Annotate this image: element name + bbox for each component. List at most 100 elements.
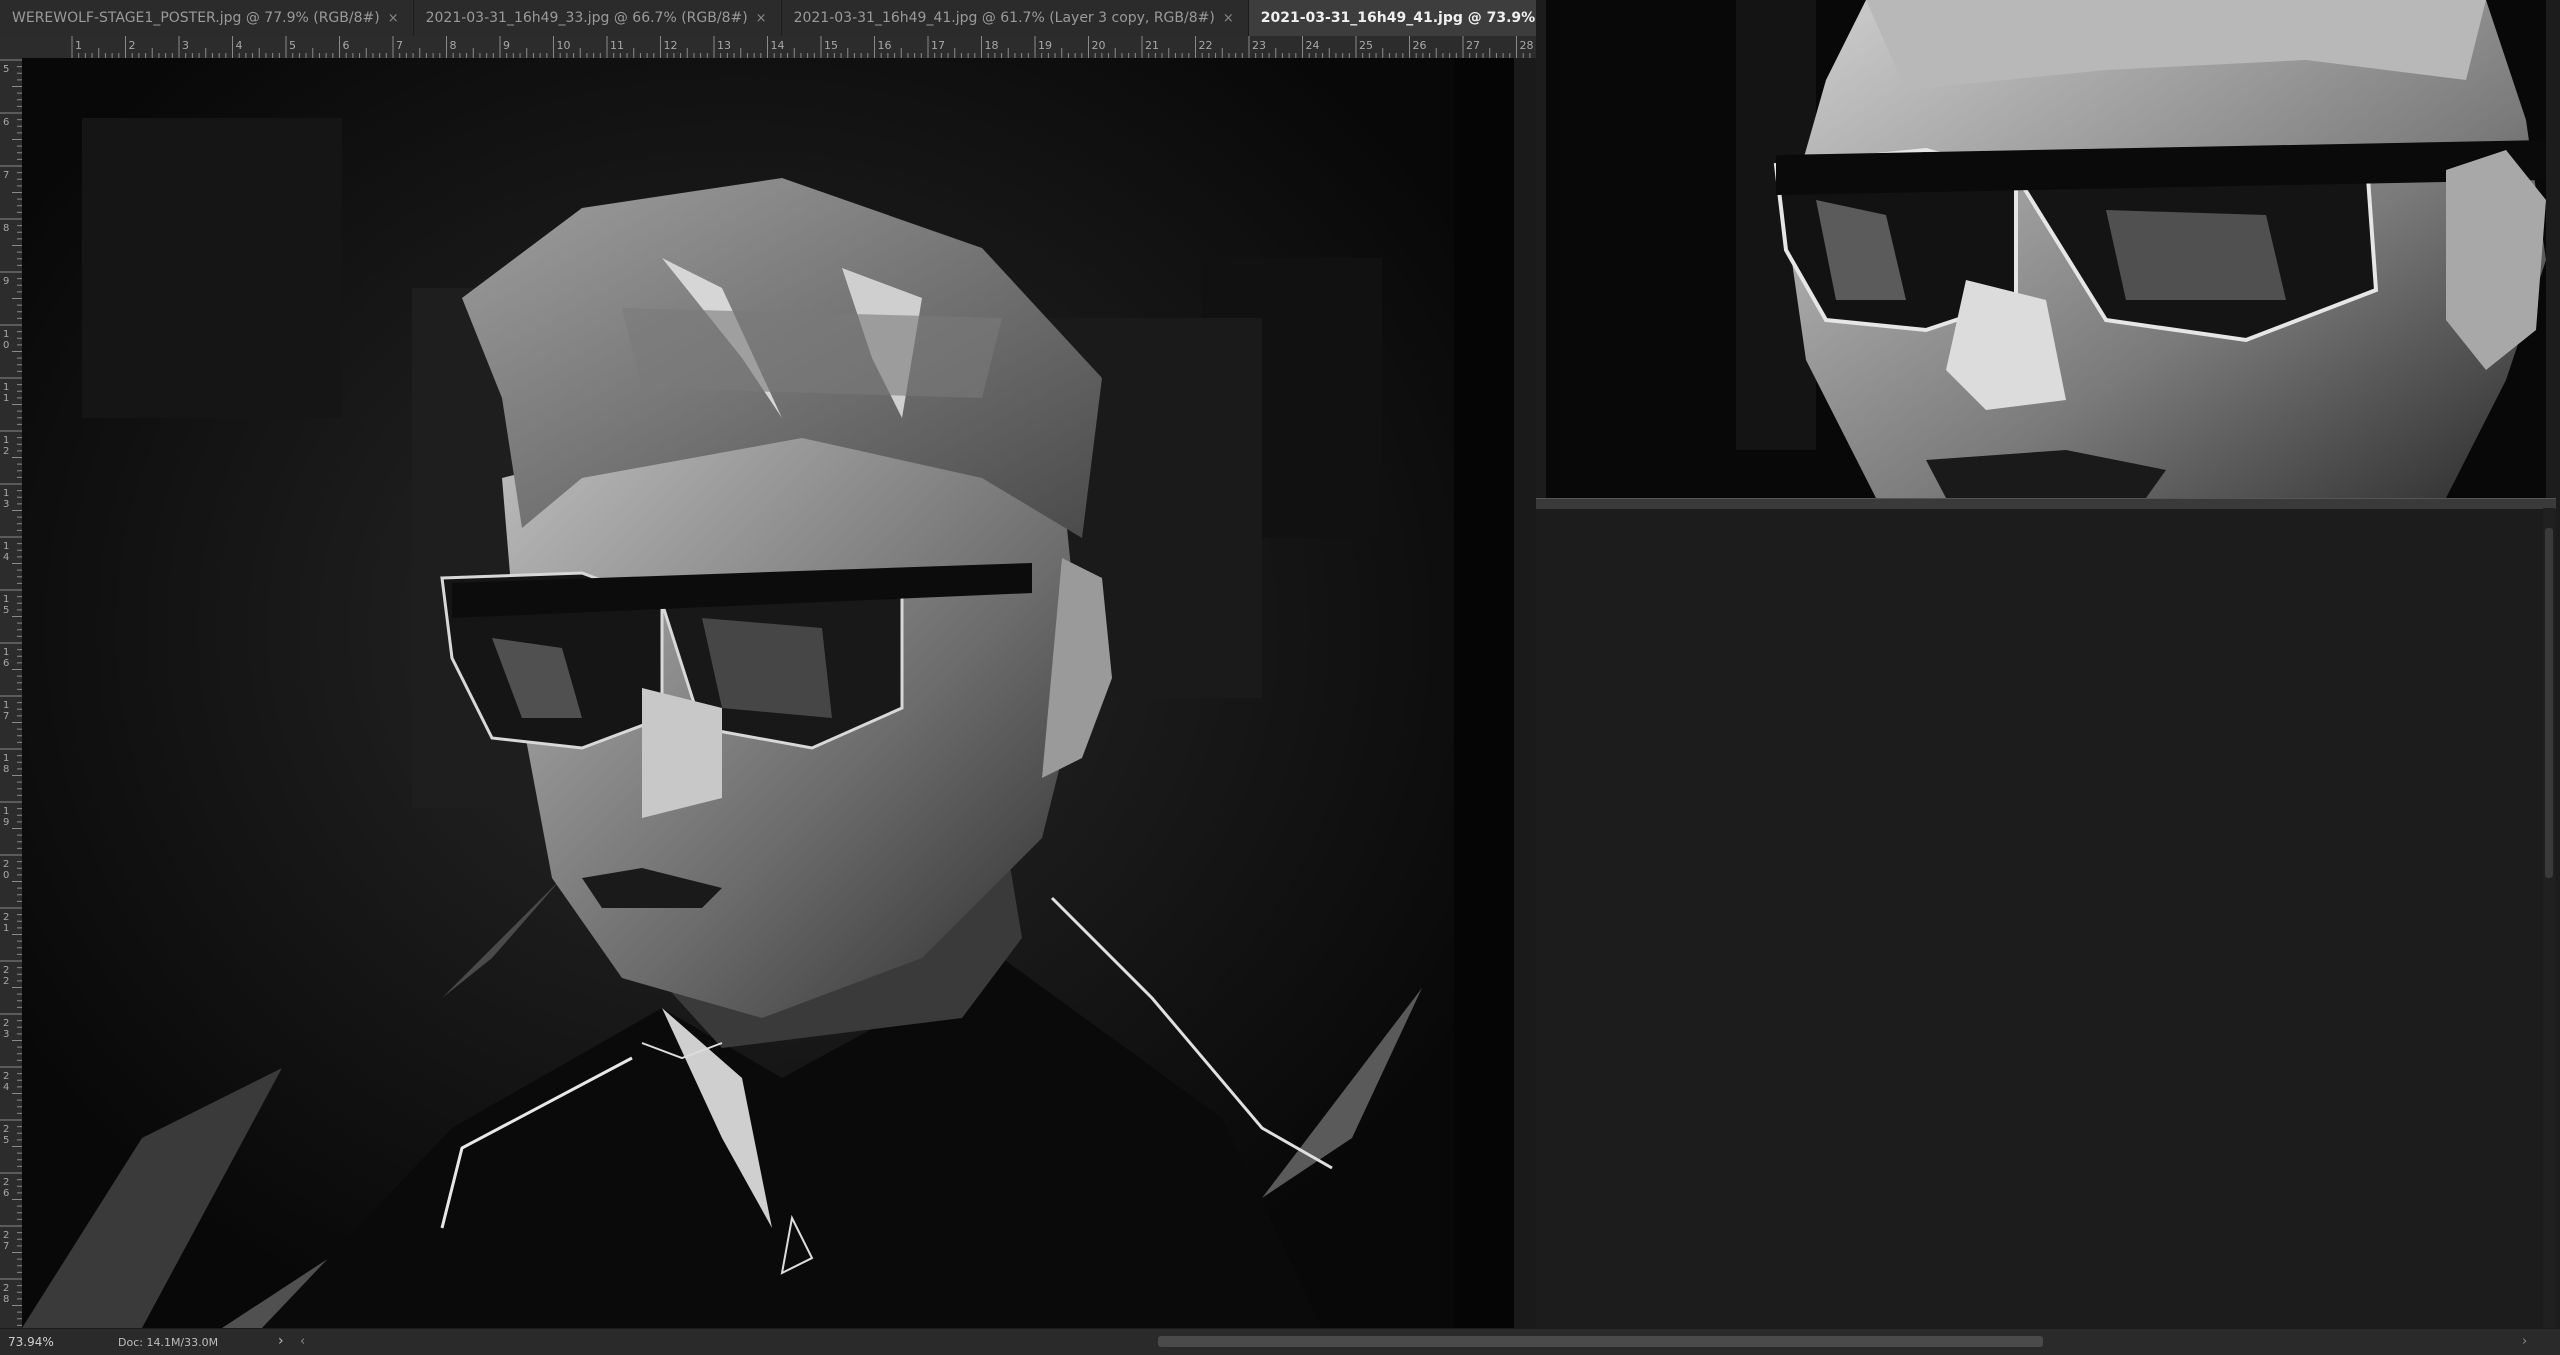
ruler-number: 7 <box>3 1241 9 1252</box>
document-canvas[interactable] <box>22 58 1536 1328</box>
ruler-number: 2 <box>3 1230 9 1241</box>
status-bar: 73.94% Doc: 14.1M/33.0M › ‹ › <box>0 1328 2560 1355</box>
ruler-number: 3 <box>182 39 189 52</box>
ruler-number: 13 <box>717 39 731 52</box>
ruler-number: 26 <box>1413 39 1427 52</box>
ruler-number: 9 <box>3 817 9 828</box>
document-size-info: Doc: 14.1M/33.0M <box>118 1336 219 1349</box>
ruler-number: 2 <box>3 1283 9 1294</box>
ruler-number: 1 <box>3 382 9 393</box>
tab-screenshot-33[interactable]: 2021-03-31_16h49_33.jpg @ 66.7% (RGB/8#)… <box>414 0 782 36</box>
ruler-number: 6 <box>343 39 350 52</box>
ruler-number: 16 <box>878 39 892 52</box>
ruler-number: 1 <box>3 594 9 605</box>
ruler-number: 2 <box>3 1177 9 1188</box>
zoom-level-field[interactable]: 73.94% <box>8 1335 54 1349</box>
close-icon[interactable]: × <box>388 11 399 26</box>
horizontal-ruler-ticks: 1 2 3 4 5 6 7 8 9 10 11 12 13 14 15 16 17 18 19 20 21 22 23 24 2… <box>71 36 1534 58</box>
ruler-number: 9 <box>3 276 9 287</box>
ruler-number: 1 <box>3 753 9 764</box>
ruler-number: 6 <box>3 1188 9 1199</box>
close-icon[interactable]: × <box>756 11 767 26</box>
document-tab-bar: WEREWOLF-STAGE1_POSTER.jpg @ 77.9% (RGB/… <box>0 0 1727 37</box>
scroll-right-icon[interactable]: › <box>2522 1334 2527 1349</box>
ruler-number: 20 <box>1092 39 1106 52</box>
ruler-number: 17 <box>931 39 945 52</box>
tab-label: 2021-03-31_16h49_33.jpg @ 66.7% (RGB/8#) <box>425 10 748 26</box>
horizontal-scrollbar-thumb[interactable] <box>1158 1336 2043 1347</box>
scroll-left-icon[interactable]: ‹ <box>300 1334 305 1349</box>
ruler-number: 15 <box>824 39 838 52</box>
ruler-number: 3 <box>3 499 9 510</box>
ruler-number: 5 <box>3 605 9 616</box>
ruler-number: 1 <box>3 923 9 934</box>
ruler-number: 23 <box>1252 39 1266 52</box>
ruler-number: 2 <box>129 39 136 52</box>
secondary-vertical-scrollbar[interactable] <box>2543 508 2555 1328</box>
ruler-number: 2 <box>3 1018 9 1029</box>
ruler-number: 11 <box>610 39 624 52</box>
tab-label: 2021-03-31_16h49_41.jpg @ 61.7% (Layer 3… <box>793 10 1215 26</box>
secondary-document-window[interactable] <box>1536 0 2560 1328</box>
ruler-number: 1 <box>3 488 9 499</box>
ruler-number: 1 <box>75 39 82 52</box>
ruler-number: 10 <box>557 39 571 52</box>
tab-werewolf-poster[interactable]: WEREWOLF-STAGE1_POSTER.jpg @ 77.9% (RGB/… <box>0 0 414 36</box>
ruler-number: 28 <box>1520 39 1534 52</box>
close-icon[interactable]: × <box>1223 11 1234 26</box>
ruler-number: 1 <box>3 806 9 817</box>
ruler-number: 2 <box>3 1124 9 1135</box>
ruler-number: 1 <box>3 329 9 340</box>
ruler-number: 4 <box>3 1082 9 1093</box>
ruler-number: 4 <box>236 39 243 52</box>
ruler-number: 1 <box>3 541 9 552</box>
ruler-number: 1 <box>3 393 9 404</box>
ruler-number: 19 <box>1038 39 1052 52</box>
vertical-ruler-ticks: 5678910111213141516171819202122232425262… <box>0 59 22 1326</box>
ruler-number: 2 <box>3 965 9 976</box>
portrait-closeup <box>1546 0 2546 498</box>
ruler-number: 25 <box>1359 39 1373 52</box>
ruler-number: 27 <box>1466 39 1480 52</box>
ruler-number: 8 <box>450 39 457 52</box>
vertical-ruler[interactable]: 5678910111213141516171819202122232425262… <box>0 58 23 1328</box>
ruler-number: 7 <box>396 39 403 52</box>
ruler-number: 9 <box>503 39 510 52</box>
tab-label: WEREWOLF-STAGE1_POSTER.jpg @ 77.9% (RGB/… <box>12 10 380 26</box>
ruler-number: 2 <box>3 1071 9 1082</box>
ruler-number: 1 <box>3 435 9 446</box>
ruler-number: 7 <box>3 170 9 181</box>
ruler-number: 18 <box>985 39 999 52</box>
ruler-number: 5 <box>289 39 296 52</box>
ruler-number: 8 <box>3 1294 9 1305</box>
ruler-number: 2 <box>3 912 9 923</box>
portrait-artwork <box>22 58 1514 1328</box>
ruler-number: 8 <box>3 764 9 775</box>
ruler-number: 4 <box>3 552 9 563</box>
ruler-number: 21 <box>1145 39 1159 52</box>
ruler-number: 1 <box>3 700 9 711</box>
ruler-number: 5 <box>3 1135 9 1146</box>
ruler-number: 6 <box>3 117 9 128</box>
ruler-number: 0 <box>3 340 9 351</box>
ruler-number: 22 <box>1199 39 1213 52</box>
ruler-number: 2 <box>3 976 9 987</box>
ruler-number: 6 <box>3 658 9 669</box>
ruler-number: 0 <box>3 870 9 881</box>
ruler-number: 24 <box>1306 39 1320 52</box>
ruler-number: 12 <box>664 39 678 52</box>
ruler-number: 7 <box>3 711 9 722</box>
horizontal-ruler[interactable]: 1 2 3 4 5 6 7 8 9 10 11 12 13 14 15 16 17 18 19 20 21 22 23 24 2… <box>0 36 1536 59</box>
ruler-number: 2 <box>3 859 9 870</box>
scrollbar-thumb[interactable] <box>2545 528 2553 878</box>
ruler-number: 3 <box>3 1029 9 1040</box>
secondary-view-canvas[interactable] <box>1546 0 2546 498</box>
ruler-number: 2 <box>3 446 9 457</box>
ruler-number: 1 <box>3 647 9 658</box>
ruler-number: 5 <box>3 64 9 75</box>
tab-screenshot-41-layer3[interactable]: 2021-03-31_16h49_41.jpg @ 61.7% (Layer 3… <box>782 0 1249 36</box>
ruler-number: 14 <box>771 39 785 52</box>
doc-info-arrow-icon[interactable]: › <box>278 1333 284 1349</box>
ruler-number: 8 <box>3 223 9 234</box>
secondary-window-status-strip <box>1536 498 2556 509</box>
